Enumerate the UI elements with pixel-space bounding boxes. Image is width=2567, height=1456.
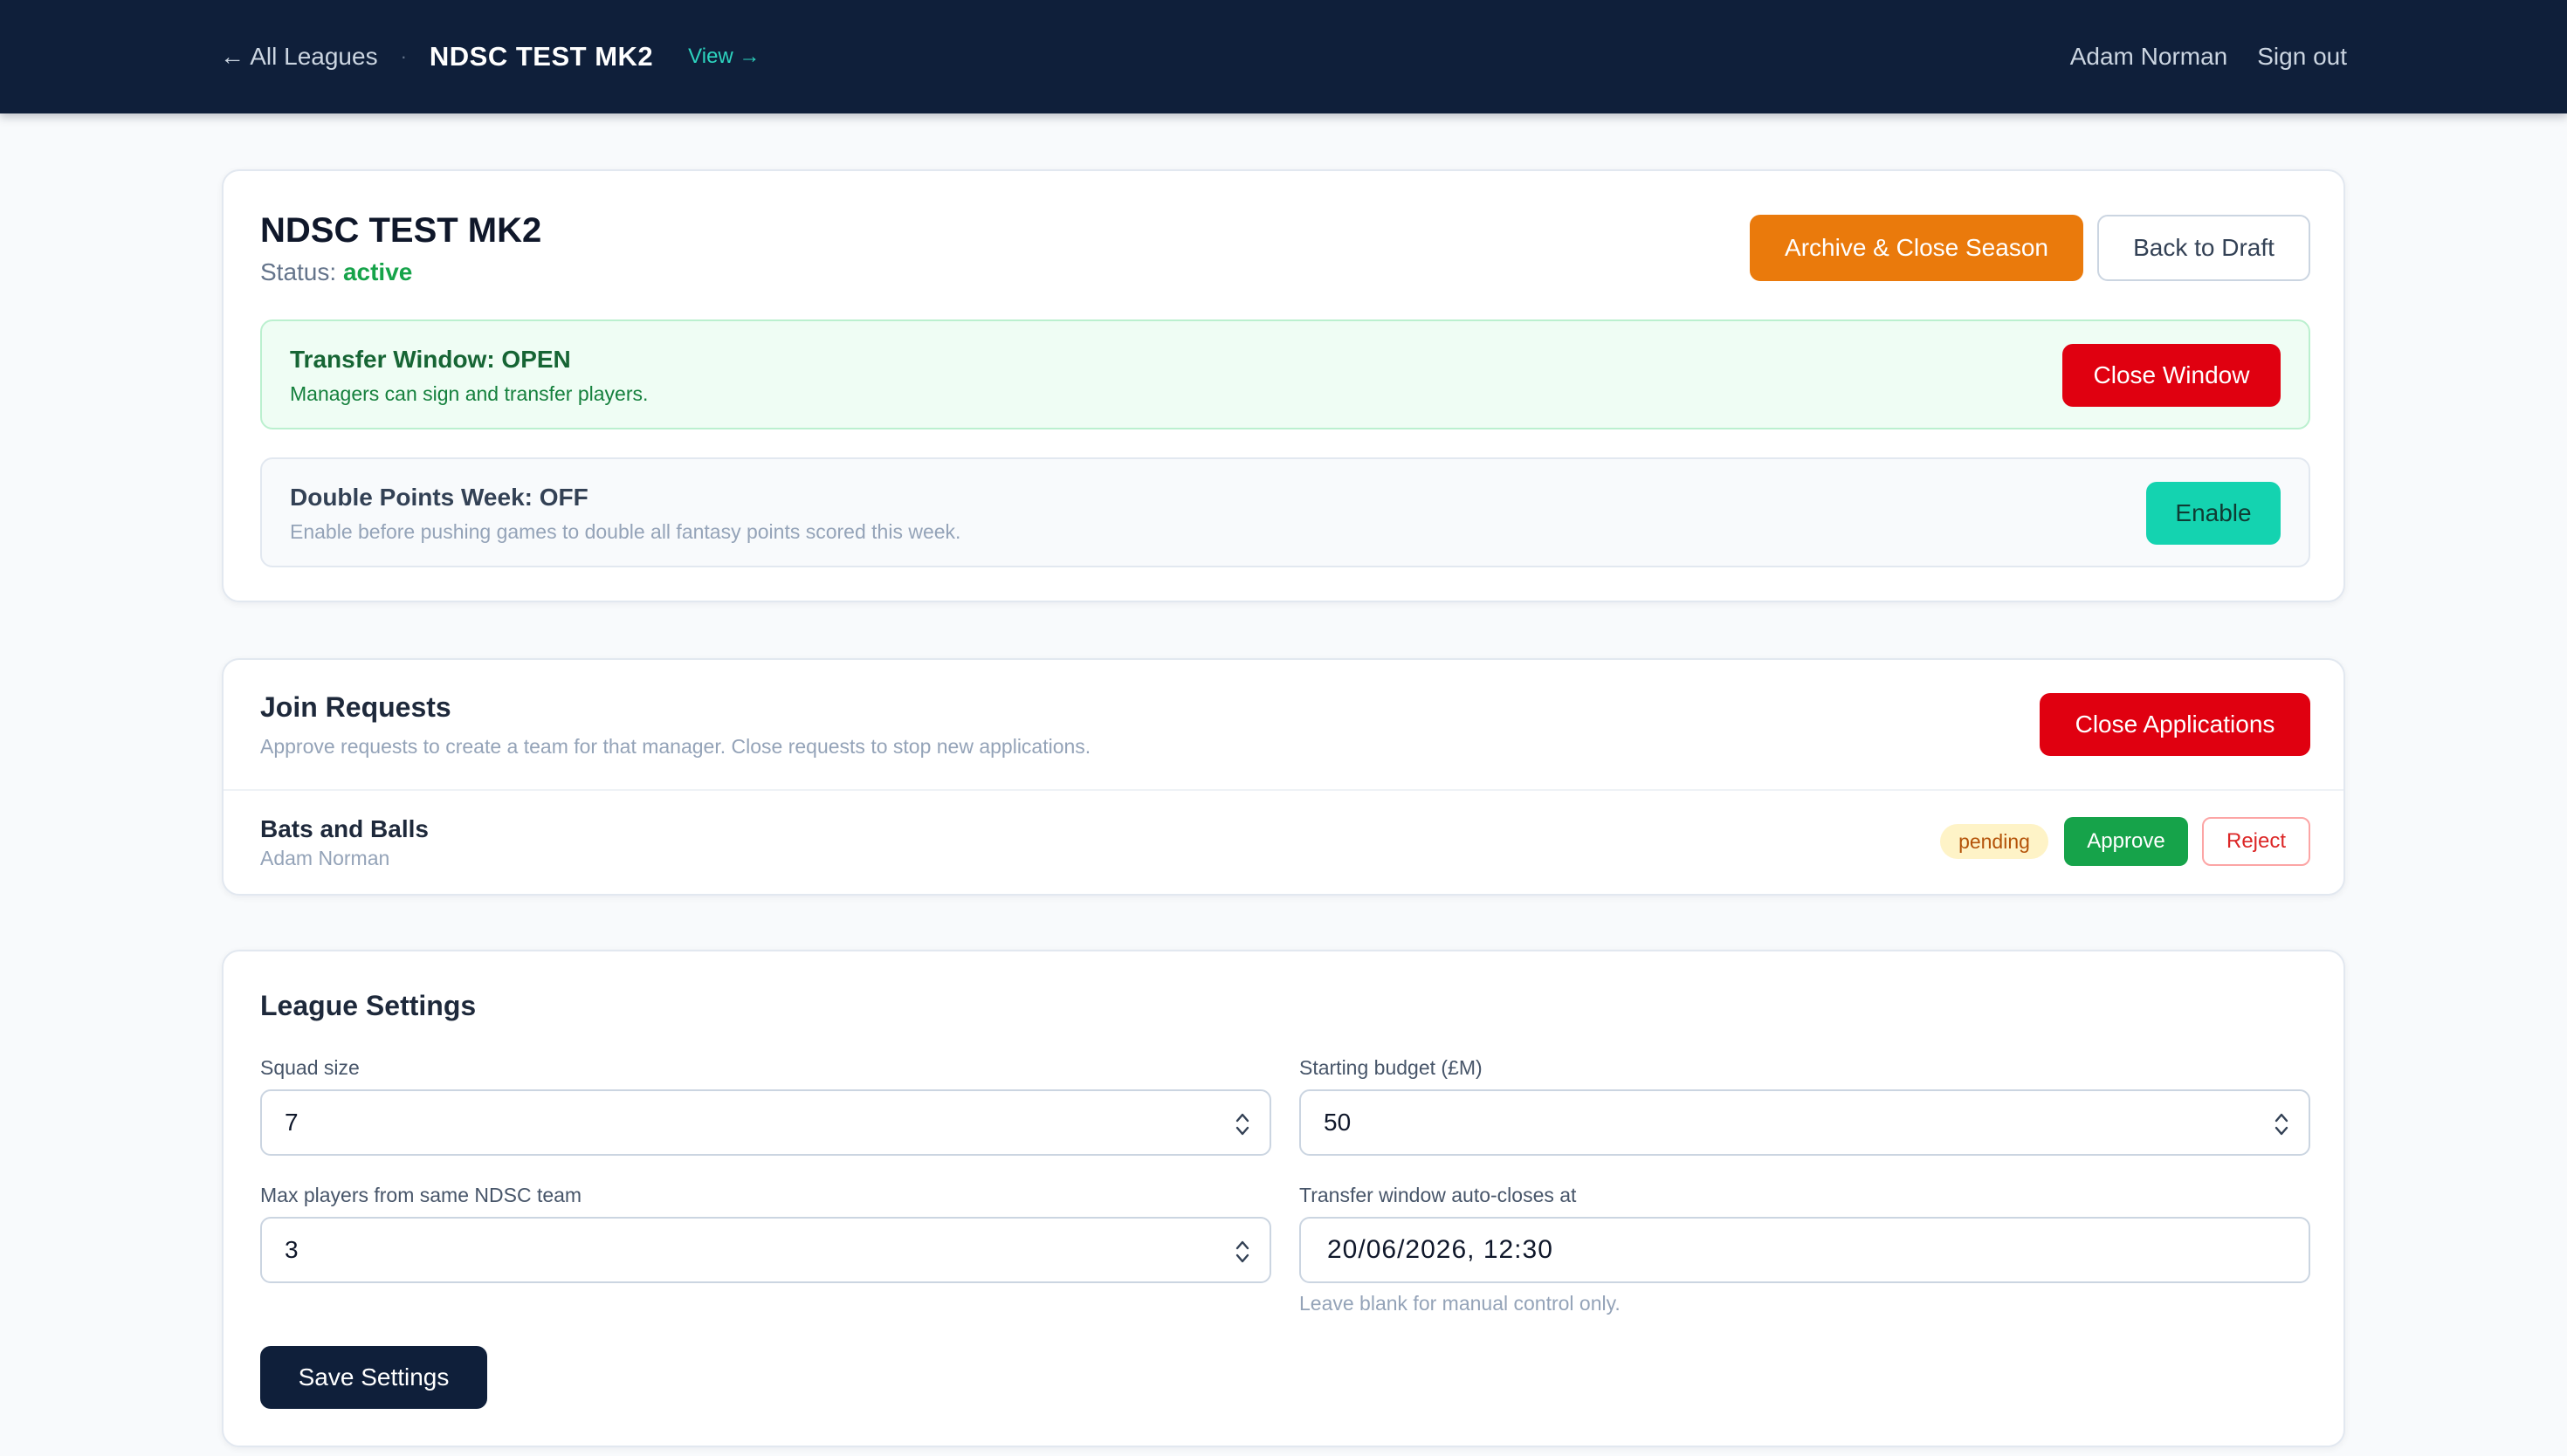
transfer-window-panel: Transfer Window: OPEN Managers can sign … — [260, 319, 2310, 429]
transfer-window-title: Transfer Window: OPEN — [290, 346, 571, 373]
request-team-name: Bats and Balls — [260, 815, 429, 842]
starting-budget-value: 50 — [1324, 1109, 1352, 1136]
auto-close-hint: Leave blank for manual control only. — [1299, 1292, 1621, 1315]
divider — [224, 789, 2343, 791]
season-card: NDSC TEST MK2 Status: active Archive & C… — [222, 169, 2345, 602]
auto-close-label: Transfer window auto-closes at — [1299, 1184, 1577, 1206]
close-applications-button[interactable]: Close Applications — [2040, 693, 2310, 756]
status-value: active — [342, 258, 413, 285]
reject-button[interactable]: Reject — [2202, 817, 2310, 866]
sign-out-link[interactable]: Sign out — [2257, 43, 2347, 71]
nav-user-area: Adam Norman Sign out — [2070, 43, 2347, 71]
double-points-title: Double Points Week: OFF — [290, 484, 588, 511]
starting-budget-label: Starting budget (£M) — [1299, 1056, 1483, 1079]
stepper-arrows-icon[interactable] — [1235, 1236, 1250, 1267]
starting-budget-input[interactable]: 50 — [1299, 1089, 2310, 1156]
join-requests-title: Join Requests — [260, 691, 451, 723]
transfer-window-subtitle: Managers can sign and transfer players. — [290, 382, 649, 405]
season-status: Status: active — [260, 258, 412, 286]
enable-double-points-button[interactable]: Enable — [2146, 482, 2281, 545]
status-badge: pending — [1940, 824, 2048, 859]
save-settings-button[interactable]: Save Settings — [260, 1346, 487, 1409]
back-to-draft-button[interactable]: Back to Draft — [2097, 215, 2310, 281]
league-settings-title: League Settings — [260, 990, 477, 1021]
user-name-link[interactable]: Adam Norman — [2070, 43, 2228, 71]
view-league-link[interactable]: View → — [688, 45, 760, 69]
squad-size-label: Squad size — [260, 1056, 360, 1079]
double-points-subtitle: Enable before pushing games to double al… — [290, 520, 961, 543]
auto-close-datetime-input[interactable]: 20/06/2026, 12:30 — [1299, 1217, 2310, 1283]
max-players-input[interactable]: 3 — [260, 1217, 1271, 1283]
approve-button[interactable]: Approve — [2064, 817, 2188, 866]
max-players-label: Max players from same NDSC team — [260, 1184, 582, 1206]
season-title: NDSC TEST MK2 — [260, 211, 542, 250]
league-settings-card: League Settings Squad size 7 Starting bu… — [222, 950, 2345, 1447]
double-points-panel: Double Points Week: OFF Enable before pu… — [260, 457, 2310, 567]
status-label: Status: — [260, 258, 337, 285]
nav-separator: · — [400, 45, 407, 67]
top-nav-inner: ← All Leagues · NDSC TEST MK2 View → Ada… — [220, 0, 2347, 113]
squad-size-input[interactable]: 7 — [260, 1089, 1271, 1156]
all-leagues-link[interactable]: ← All Leagues — [220, 43, 378, 71]
join-requests-subtitle: Approve requests to create a team for th… — [260, 735, 1091, 758]
close-window-button[interactable]: Close Window — [2062, 344, 2281, 407]
auto-close-value: 20/06/2026, 12:30 — [1327, 1235, 1553, 1264]
top-nav-bar: ← All Leagues · NDSC TEST MK2 View → Ada… — [0, 0, 2567, 113]
max-players-value: 3 — [285, 1236, 299, 1263]
stepper-arrows-icon[interactable] — [2274, 1109, 2289, 1140]
request-manager-name: Adam Norman — [260, 847, 390, 869]
stepper-arrows-icon[interactable] — [1235, 1109, 1250, 1140]
join-requests-card: Join Requests Approve requests to create… — [222, 658, 2345, 896]
archive-close-season-button[interactable]: Archive & Close Season — [1750, 215, 2083, 281]
squad-size-value: 7 — [285, 1109, 299, 1136]
nav-league-name: NDSC TEST MK2 — [429, 41, 654, 72]
